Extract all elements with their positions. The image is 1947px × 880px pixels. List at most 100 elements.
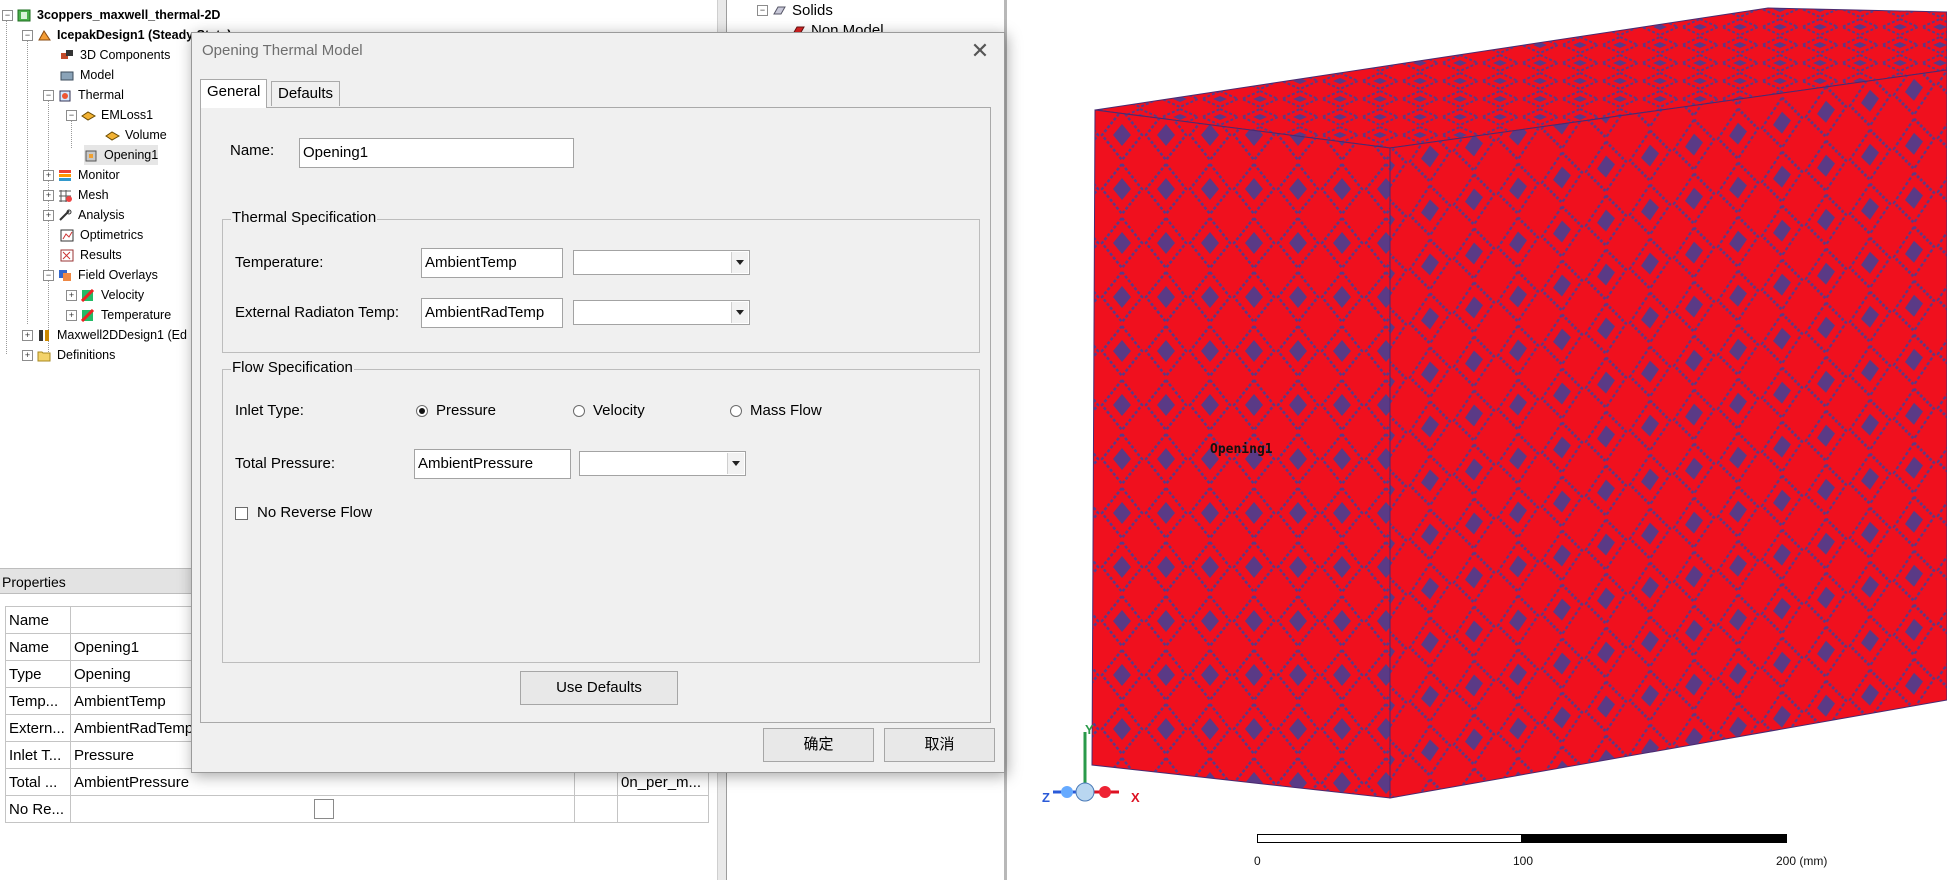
thermal-specification-group: Thermal Specification Temperature: Ambie… [222, 209, 980, 353]
volume-icon [105, 129, 121, 142]
scale-tick-100: 100 [1513, 854, 1534, 868]
analysis-icon [58, 209, 73, 222]
tree-item-temperature[interactable]: + Temperature [66, 305, 171, 325]
tree-item-model[interactable]: Model [60, 65, 114, 85]
general-tab-page: Name: Opening1 Thermal Specification Tem… [200, 107, 991, 723]
total-pressure-input[interactable]: AmbientPressure [414, 449, 571, 479]
tree-item-volume[interactable]: Volume [105, 125, 167, 145]
collapse-icon[interactable]: − [2, 9, 13, 21]
no-reverse-flow-checkbox[interactable] [235, 507, 248, 520]
scale-tick-0: 0 [1254, 854, 1261, 868]
no-reverse-flow-label[interactable]: No Reverse Flow [257, 504, 372, 521]
flow-specification-title: Flow Specification [231, 359, 354, 376]
field-overlays-icon [58, 269, 73, 282]
use-defaults-button[interactable]: Use Defaults [520, 671, 678, 705]
box-right-face[interactable] [1389, 69, 1947, 799]
dialog-title: Opening Thermal Model [202, 42, 363, 59]
collapse-icon[interactable]: − [66, 109, 77, 121]
tree-item-definitions[interactable]: + Definitions [22, 345, 115, 365]
collapse-icon[interactable]: − [22, 29, 33, 41]
maxwell-design-icon [37, 329, 52, 342]
scale-bar-white [1257, 834, 1522, 843]
tree-item-results[interactable]: Results [60, 245, 122, 265]
icepak-design-icon [37, 29, 52, 42]
flow-specification-group: Flow Specification Inlet Type: Pressure … [222, 359, 980, 663]
collapse-icon[interactable]: − [43, 269, 54, 281]
temperature-label: Temperature: [235, 254, 324, 271]
monitor-icon [58, 169, 73, 182]
tree-item-maxwell-design[interactable]: + Maxwell2DDesign1 (Ed [22, 325, 187, 345]
axis-z-label: Z [1042, 790, 1050, 805]
opening-thermal-model-dialog: Opening Thermal Model ✕ General Defaults… [191, 32, 1005, 773]
chevron-down-icon[interactable] [731, 302, 748, 323]
cancel-button[interactable]: 取消 [884, 728, 995, 762]
components-icon [60, 49, 75, 62]
expand-icon[interactable]: + [22, 329, 33, 341]
collapse-icon[interactable]: − [757, 4, 768, 16]
axis-x-label: X [1131, 790, 1140, 805]
tree-item-analysis[interactable]: + Analysis [43, 205, 125, 225]
expand-icon[interactable]: + [43, 209, 54, 221]
opening-icon [84, 149, 99, 162]
mesh-icon [58, 189, 73, 202]
model-icon [60, 69, 75, 82]
tab-general[interactable]: General [200, 79, 268, 108]
table-row[interactable]: No Re... [5, 795, 709, 823]
inlet-pressure-label[interactable]: Pressure [436, 402, 496, 419]
temperature-unit-select[interactable] [573, 250, 750, 275]
expand-icon[interactable]: + [22, 349, 33, 361]
temperature-icon [80, 308, 96, 322]
ok-button[interactable]: 确定 [763, 728, 874, 762]
tree-item-3d-components[interactable]: 3D Components [60, 45, 170, 65]
tree-item-mesh[interactable]: + Mesh [43, 185, 109, 205]
external-radiation-unit-select[interactable] [573, 300, 750, 325]
results-icon [60, 249, 75, 262]
tree-item-solids[interactable]: − Solids [757, 0, 833, 20]
chevron-down-icon[interactable] [727, 453, 744, 474]
name-label: Name: [230, 142, 275, 159]
project-icon [17, 9, 32, 22]
opening-label: Opening1 [1210, 442, 1273, 457]
3d-viewport[interactable]: Opening1 Y X Z 0 100 200 (mm) [1007, 0, 1947, 880]
tree-item-optimetrics[interactable]: Optimetrics [60, 225, 143, 245]
axis-y-label: Y [1085, 722, 1094, 737]
scale-tick-200: 200 (mm) [1776, 854, 1828, 868]
expand-icon[interactable]: + [66, 289, 77, 301]
tree-item-opening1[interactable]: Opening1 [84, 145, 159, 165]
model-view[interactable] [1007, 0, 1947, 880]
column-header-name[interactable]: Name [5, 606, 71, 634]
velocity-icon [80, 288, 96, 302]
tree-item-field-overlays[interactable]: − Field Overlays [43, 265, 158, 285]
folder-icon [37, 349, 52, 362]
tree-item-project[interactable]: − 3coppers_maxwell_thermal-2D [2, 5, 220, 25]
total-pressure-unit-select[interactable] [579, 451, 746, 476]
temperature-input[interactable]: AmbientTemp [421, 248, 563, 278]
inlet-mass-flow-label[interactable]: Mass Flow [750, 402, 822, 419]
thermal-icon [58, 89, 73, 102]
total-pressure-label: Total Pressure: [235, 455, 336, 472]
project-name: 3coppers_maxwell_thermal-2D [37, 8, 221, 22]
inlet-type-label: Inlet Type: [235, 402, 304, 419]
inlet-velocity-label[interactable]: Velocity [593, 402, 645, 419]
close-icon[interactable]: ✕ [966, 37, 994, 65]
no-reverse-flow-property-checkbox[interactable] [314, 799, 334, 819]
thermal-specification-title: Thermal Specification [231, 209, 378, 226]
scale-bar-black [1522, 834, 1787, 843]
inlet-velocity-radio[interactable] [573, 405, 585, 417]
name-input[interactable]: Opening1 [299, 138, 574, 168]
expand-icon[interactable]: + [66, 309, 77, 321]
collapse-icon[interactable]: − [43, 89, 54, 101]
external-radiation-temp-input[interactable]: AmbientRadTemp [421, 298, 563, 328]
tree-item-velocity[interactable]: + Velocity [66, 285, 144, 305]
expand-icon[interactable]: + [43, 189, 54, 201]
inlet-mass-flow-radio[interactable] [730, 405, 742, 417]
inlet-pressure-radio[interactable] [416, 405, 428, 417]
solids-icon [772, 4, 787, 17]
chevron-down-icon[interactable] [731, 252, 748, 273]
tree-item-thermal[interactable]: − Thermal [43, 85, 124, 105]
expand-icon[interactable]: + [43, 169, 54, 181]
tree-item-monitor[interactable]: + Monitor [43, 165, 120, 185]
emloss-icon [81, 109, 97, 122]
tab-defaults[interactable]: Defaults [271, 81, 341, 106]
tree-item-emloss1[interactable]: − EMLoss1 [66, 105, 153, 125]
